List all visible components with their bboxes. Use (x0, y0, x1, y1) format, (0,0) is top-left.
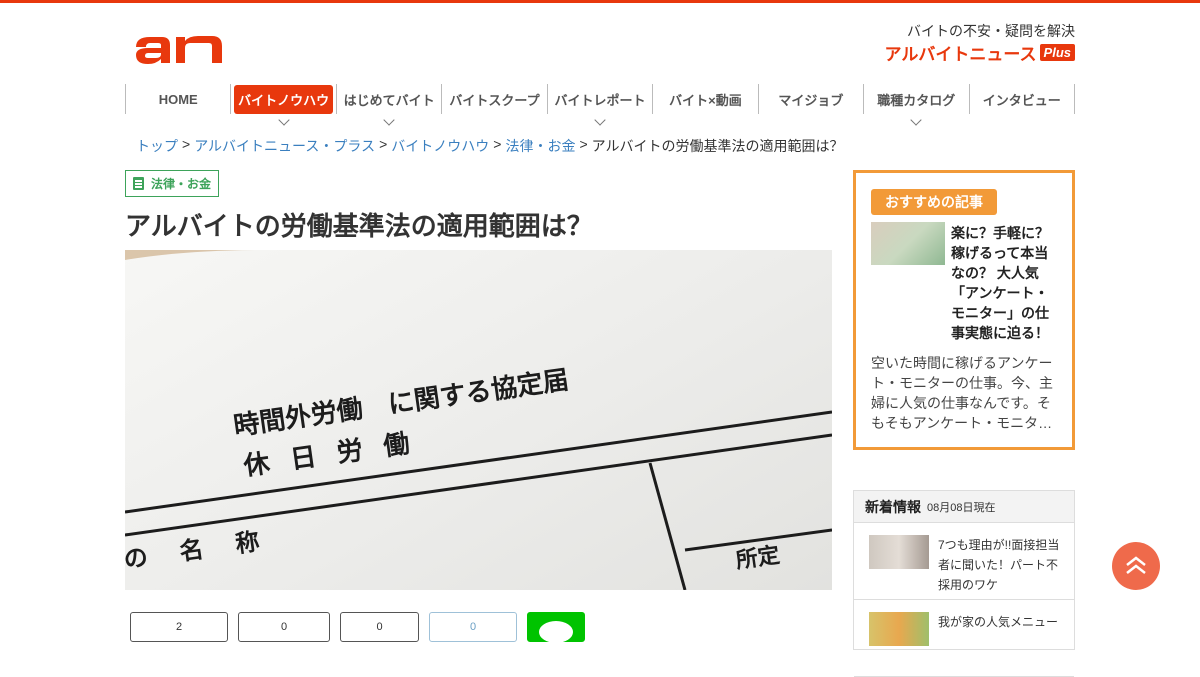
news-item-text: 我が家の人気メニュー (938, 615, 1059, 629)
news-date: 08月08日現在 (927, 501, 996, 514)
hero-text-scheduled: 所定 (734, 542, 781, 574)
nav-item-my-job[interactable]: マイジョブ (757, 84, 863, 114)
breadcrumb-link-top[interactable]: トップ (136, 136, 178, 156)
news-title: 新着情報 (865, 498, 921, 515)
notepad-icon (133, 177, 144, 190)
recommend-title[interactable]: 楽に？手軽に？稼げるって本当なの？ 大人気「アンケート・モニター」の仕事実態に迫… (951, 223, 1061, 343)
brand-name: アルバイトニュース (884, 45, 1037, 64)
recommend-box: おすすめの記事 楽に？手軽に？稼げるって本当なの？ 大人気「アンケート・モニター… (853, 170, 1075, 450)
share-button-4[interactable]: 0 (429, 612, 517, 642)
share-count: 0 (280, 621, 288, 633)
nav-item-know-how[interactable]: バイトノウハウ (230, 84, 335, 126)
news-box: 新着情報 08月08日現在 7つも理由が!!面接担当者に聞いた！パート不採用のワ… (853, 490, 1075, 677)
nav-label: マイジョブ (778, 92, 844, 108)
chevron-down-icon (277, 114, 290, 126)
news-item[interactable]: 7つも理由が!!面接担当者に聞いた！パート不採用のワケ (854, 523, 1074, 600)
share-button-3[interactable]: 0 (340, 612, 419, 642)
tagline: バイトの不安・疑問を解決 (907, 23, 1075, 39)
nav-label: HOME (158, 91, 198, 107)
nav-label: インタビュー (982, 92, 1061, 108)
brand-plus-badge: Plus (1039, 44, 1075, 61)
nav-item-job-catalog[interactable]: 職種カタログ (863, 84, 968, 126)
share-button-2[interactable]: 0 (238, 612, 330, 642)
recommend-description: 空いた時間に稼げるアンケート・モニターの仕事。今、主婦に人気の仕事なんです。そも… (871, 355, 1053, 431)
chevron-down-icon (910, 114, 922, 126)
news-item[interactable]: 我が家の人気メニュー (854, 600, 1074, 677)
scroll-to-top-button[interactable] (1112, 542, 1160, 590)
nav-label: バイトレポート (554, 92, 646, 108)
nav-item-home[interactable]: HOME (125, 84, 230, 114)
nav-item-video[interactable]: バイト×動画 (652, 84, 757, 114)
news-thumbnail (869, 612, 929, 646)
chevron-down-icon (594, 114, 606, 126)
double-chevron-up-icon (1126, 556, 1146, 574)
breadcrumb-link-know-how[interactable]: バイトノウハウ (391, 136, 489, 156)
nav-item-interview[interactable]: インタビュー (968, 84, 1075, 114)
article-title: アルバイトの労働基準法の適用範囲は？ (125, 211, 593, 241)
nav-label: 職種カタログ (877, 92, 956, 108)
nav-item-report[interactable]: バイトレポート (546, 84, 652, 126)
share-count: 2 (175, 621, 183, 633)
breadcrumb-separator: > (182, 136, 191, 152)
news-header: 新着情報 08月08日現在 (854, 491, 1074, 523)
share-button-1[interactable]: 2 (130, 612, 228, 642)
brand-logo[interactable]: アルバイトニュース Plus (885, 40, 1075, 65)
top-accent-bar (0, 0, 1200, 3)
nav-item-first-job[interactable]: はじめてバイト (335, 84, 441, 126)
an-logo[interactable] (134, 31, 258, 65)
hero-image: 時間外労働 に関する協定届 休 日 労 働 の 名 称 所定 (125, 250, 832, 590)
breadcrumb-current: アルバイトの労働基準法の適用範囲は？ (591, 138, 844, 154)
breadcrumb-separator: > (493, 136, 502, 152)
breadcrumb: トップ > アルバイトニュース・プラス > バイトノウハウ > 法律・お金 > … (136, 136, 844, 156)
share-count: 0 (469, 621, 477, 633)
news-item-text: 7つも理由が!!面接担当者に聞いた！パート不採用のワケ (938, 538, 1060, 592)
breadcrumb-link-law-money[interactable]: 法律・お金 (505, 136, 575, 156)
category-label: 法律・お金 (151, 177, 212, 191)
share-count: 0 (376, 621, 383, 633)
chevron-down-icon (383, 114, 395, 126)
breadcrumb-link-plus[interactable]: アルバイトニュース・プラス (194, 136, 375, 156)
nav-label: バイトスクープ (449, 92, 540, 108)
line-icon (539, 621, 573, 643)
breadcrumb-separator: > (379, 136, 388, 152)
nav-label: バイト×動画 (669, 92, 742, 108)
news-thumbnail (869, 535, 929, 569)
line-share-button[interactable] (527, 612, 585, 643)
nav-item-scoop[interactable]: バイトスクープ (441, 84, 546, 114)
recommend-thumbnail[interactable] (871, 222, 945, 265)
nav-label: バイトノウハウ (234, 84, 334, 114)
breadcrumb-separator: > (579, 136, 588, 152)
category-badge[interactable]: 法律・お金 (125, 170, 220, 197)
nav-label: はじめてバイト (343, 92, 435, 108)
recommend-tag: おすすめの記事 (871, 189, 997, 215)
global-nav: HOME バイトノウハウ はじめてバイト バイトスクープ バイトレポート バイト… (125, 84, 1075, 126)
